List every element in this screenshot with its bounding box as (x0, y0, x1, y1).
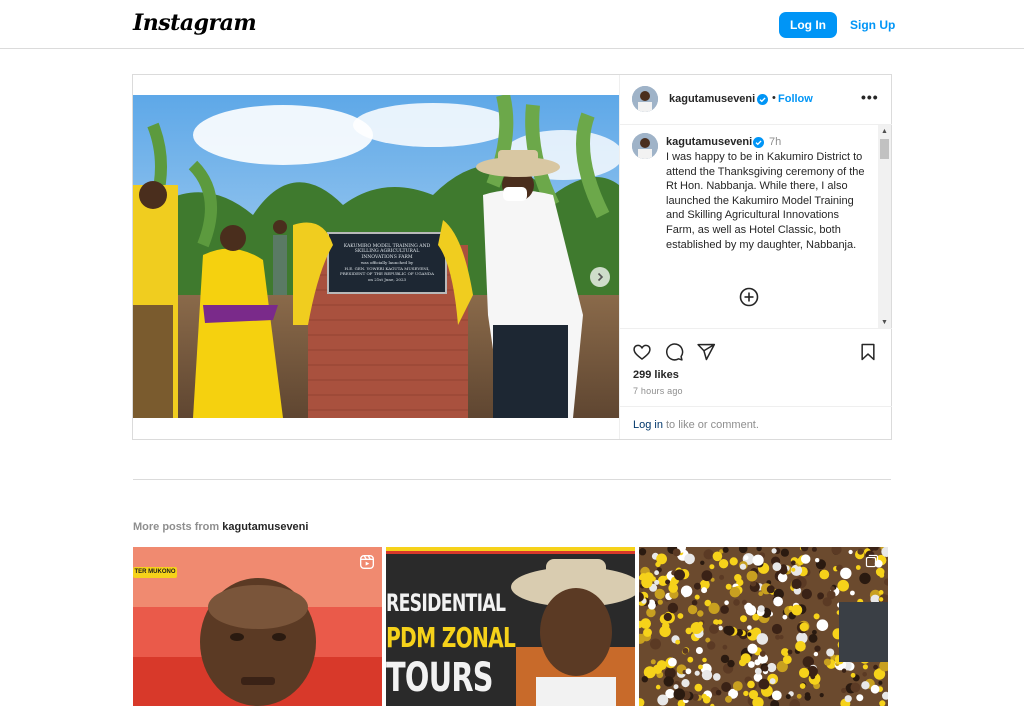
load-more-comments-icon[interactable] (739, 287, 759, 307)
login-to-comment: Log in to like or comment. (620, 406, 892, 439)
login-prompt-text: to like or comment. (666, 419, 759, 431)
like-heart-icon[interactable] (632, 342, 652, 362)
more-post-thumbnail[interactable]: TER MUKONO (133, 547, 382, 706)
likes-count[interactable]: 299 likes (633, 369, 679, 381)
verified-badge-icon (757, 94, 768, 105)
post-card: KAKUMIRO MODEL TRAINING AND SKILLING AGR… (132, 74, 892, 440)
more-post-thumbnail[interactable]: RESIDENTIAL PDM ZONAL TOURS (386, 547, 635, 706)
scroll-down-arrow-icon[interactable]: ▼ (878, 316, 891, 328)
post-media: KAKUMIRO MODEL TRAINING AND SKILLING AGR… (133, 75, 619, 439)
section-divider (133, 479, 891, 480)
more-posts-prefix: More posts from (133, 521, 220, 533)
post-header: kagutamuseveni • Follow ••• (620, 75, 892, 125)
thumbnail-banner: TER MUKONO (134, 569, 176, 575)
comment-icon[interactable] (664, 342, 684, 362)
follow-button[interactable]: Follow (778, 93, 813, 105)
more-post-thumbnail[interactable] (639, 547, 888, 706)
thumbnail-title-line: PDM ZONAL (386, 621, 516, 654)
reel-icon (360, 555, 374, 569)
thumbnail-image (639, 547, 888, 706)
more-posts-username[interactable]: kagutamuseveni (222, 521, 308, 533)
next-slide-button[interactable] (590, 267, 610, 287)
avatar-image (632, 133, 658, 159)
caption-text: I was happy to be in Kakumiro District t… (666, 151, 865, 251)
scroll-thumb[interactable] (880, 139, 889, 159)
author-username[interactable]: kagutamuseveni (669, 93, 755, 105)
caption-avatar[interactable] (632, 133, 658, 159)
carousel-icon (865, 554, 879, 568)
post-actions (620, 330, 892, 370)
share-send-icon[interactable] (696, 342, 716, 362)
verified-badge-icon (753, 137, 764, 148)
caption-scrollbar[interactable]: ▲ ▼ (878, 125, 891, 328)
caption-section: kagutamuseveni 7h I was happy to be in K… (620, 125, 892, 329)
chevron-right-icon (597, 272, 604, 282)
caption-username[interactable]: kagutamuseveni (666, 136, 752, 148)
scroll-up-arrow-icon[interactable]: ▲ (878, 125, 891, 138)
plaque-line: on 21st June, 2023 (367, 276, 407, 282)
top-navigation-bar: Instagram Log In Sign Up (0, 0, 1024, 49)
thumbnail-title-line: TOURS (386, 655, 494, 701)
more-options-icon[interactable]: ••• (861, 89, 879, 105)
plaque-text: KAKUMIRO MODEL TRAINING AND SKILLING AGR… (328, 233, 446, 293)
author-avatar[interactable] (632, 86, 658, 112)
save-bookmark-icon[interactable] (858, 342, 878, 362)
thumbnail-title-line: RESIDENTIAL (386, 589, 506, 617)
post-photo[interactable]: KAKUMIRO MODEL TRAINING AND SKILLING AGR… (133, 95, 619, 418)
signup-link[interactable]: Sign Up (850, 18, 895, 32)
login-link[interactable]: Log in (633, 419, 663, 431)
login-button[interactable]: Log In (779, 12, 837, 38)
caption-timestamp: 7h (769, 136, 782, 148)
header-separator: • (772, 92, 776, 104)
post-time-ago: 7 hours ago (633, 386, 683, 396)
instagram-logo[interactable]: Instagram (133, 10, 257, 36)
post-sidebar: kagutamuseveni • Follow ••• kagutamuseve… (619, 75, 892, 439)
more-posts-heading: More posts from kagutamuseveni (133, 521, 308, 533)
avatar-image (632, 86, 658, 112)
